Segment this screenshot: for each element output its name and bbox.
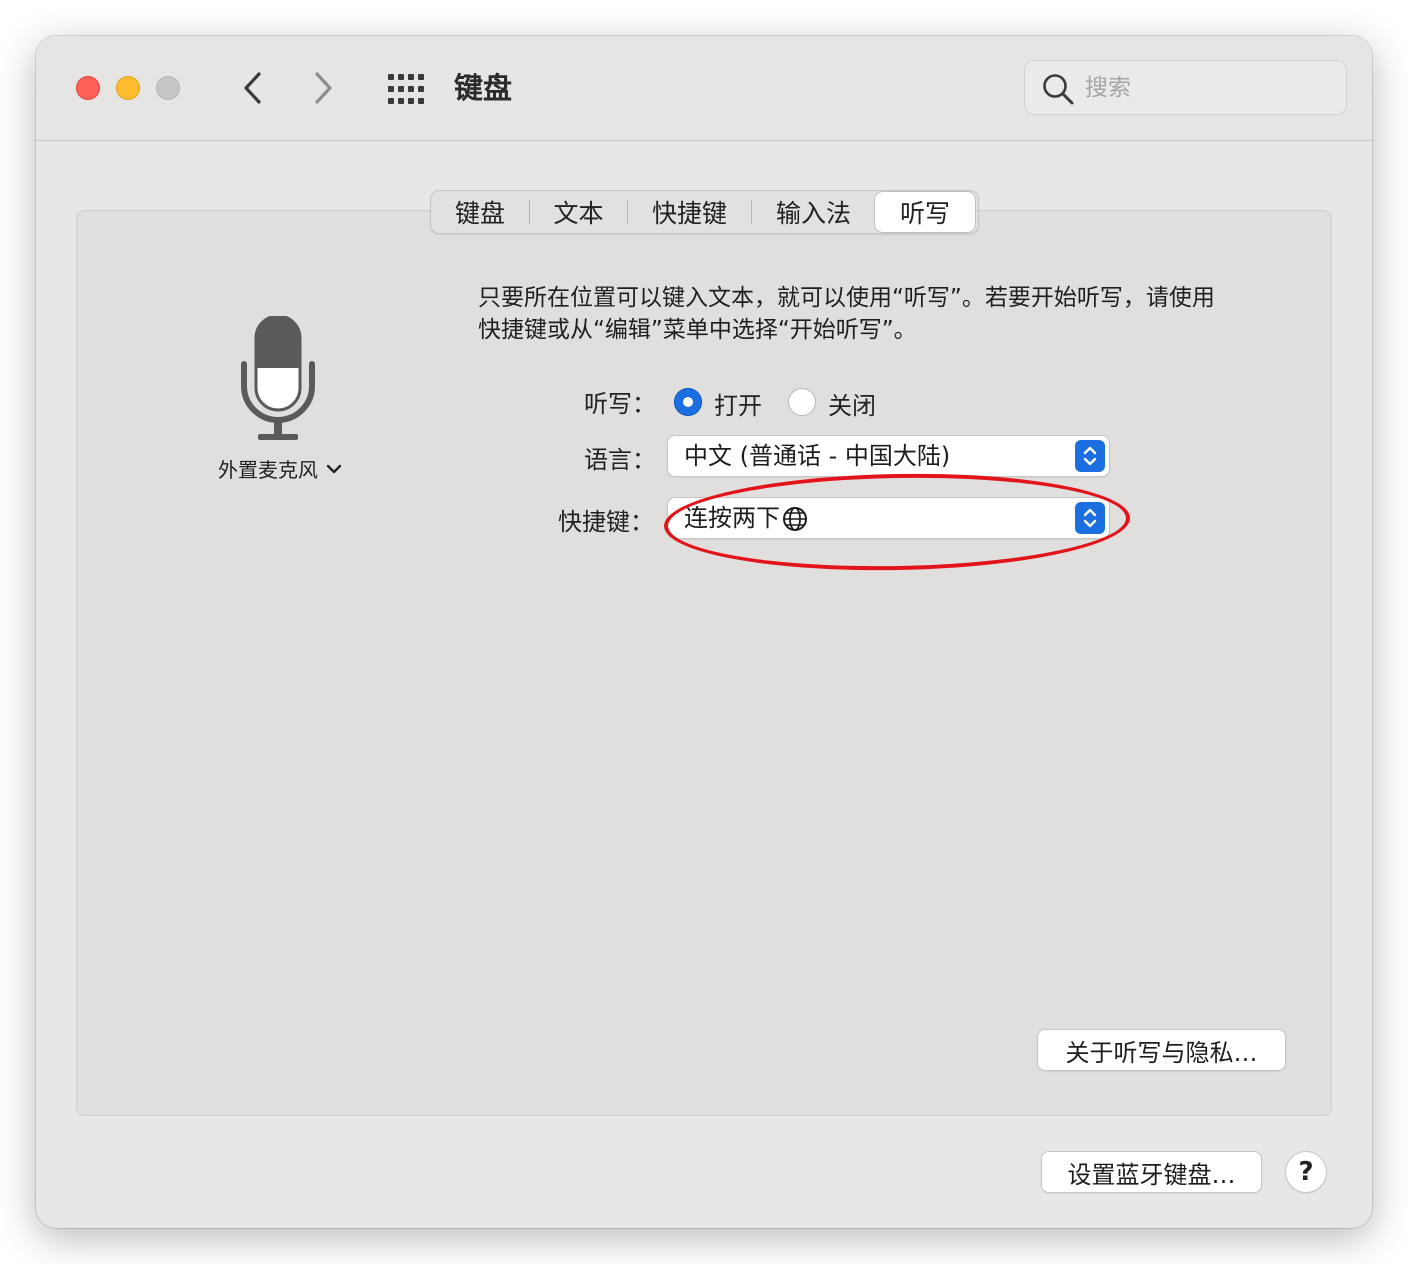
dictation-label: 听写： bbox=[584, 390, 656, 418]
language-label: 语言： bbox=[584, 446, 656, 474]
tab-keyboard[interactable]: 键盘 bbox=[431, 191, 529, 233]
tab-shortcuts[interactable]: 快捷键 bbox=[628, 191, 751, 233]
show-all-button[interactable] bbox=[386, 70, 426, 108]
popup-arrows-icon bbox=[1075, 440, 1105, 472]
chevron-left-icon bbox=[244, 72, 261, 104]
dictation-on-label[interactable]: 打开 bbox=[714, 386, 762, 421]
tab-text[interactable]: 文本 bbox=[530, 191, 627, 233]
language-popup[interactable]: 中文 (普通话 - 中国大陆) bbox=[668, 436, 1109, 476]
help-button[interactable]: ? bbox=[1286, 1152, 1326, 1192]
microphone-icon bbox=[241, 316, 315, 440]
tab-dictation[interactable]: 听写 bbox=[875, 192, 975, 232]
language-value: 中文 (普通话 - 中国大陆) bbox=[684, 442, 951, 470]
close-button[interactable] bbox=[76, 76, 100, 100]
search-icon bbox=[1043, 74, 1074, 105]
titlebar: 键盘 bbox=[36, 36, 1372, 141]
search-input[interactable] bbox=[1085, 70, 1325, 106]
dictation-off-label[interactable]: 关闭 bbox=[828, 386, 876, 421]
chevron-right-icon bbox=[315, 72, 332, 104]
dictation-description: 只要所在位置可以键入文本，就可以使用“听写”。若要开始听写，请使用快捷键或从“编… bbox=[478, 285, 1215, 343]
search-field[interactable] bbox=[1024, 60, 1347, 115]
about-dictation-privacy-button[interactable]: 关于听写与隐私… bbox=[1038, 1030, 1285, 1070]
tab-input-sources[interactable]: 输入法 bbox=[752, 191, 875, 233]
tab-bar: 键盘 文本 快捷键 输入法 听写 bbox=[430, 190, 979, 234]
zoom-button[interactable] bbox=[156, 76, 180, 100]
setup-bluetooth-keyboard-button[interactable]: 设置蓝牙键盘… bbox=[1042, 1152, 1261, 1192]
dictation-off-radio[interactable] bbox=[788, 388, 816, 416]
grid-icon bbox=[388, 74, 424, 104]
dictation-on-radio[interactable] bbox=[674, 388, 702, 416]
shortcut-label: 快捷键： bbox=[558, 508, 654, 536]
back-button[interactable] bbox=[232, 68, 272, 108]
microphone-source-label: 外置麦克风 bbox=[218, 458, 318, 482]
window-title: 键盘 bbox=[454, 71, 513, 105]
minimize-button[interactable] bbox=[116, 76, 140, 100]
chevron-down-icon bbox=[326, 464, 342, 473]
preferences-window: 键盘 键盘 文本 快捷键 输入法 听写 外置麦克风 只要所在位置可以键入文本，就… bbox=[36, 36, 1372, 1228]
microphone-source-menu[interactable]: 外置麦克风 bbox=[218, 454, 342, 483]
forward-button[interactable] bbox=[304, 68, 344, 108]
